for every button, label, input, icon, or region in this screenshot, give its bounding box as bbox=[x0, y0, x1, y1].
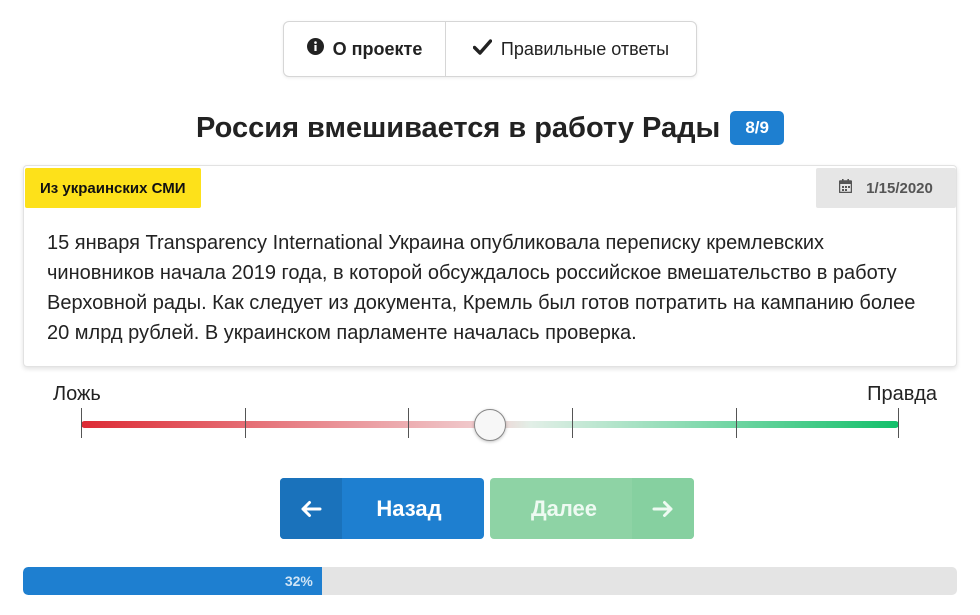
scale-tick bbox=[245, 408, 246, 438]
date-tag: 1/15/2020 bbox=[816, 168, 956, 208]
source-tag: Из украинских СМИ bbox=[25, 168, 201, 208]
scale-tick bbox=[408, 408, 409, 438]
arrow-left-icon bbox=[280, 478, 342, 539]
news-card: Из украинских СМИ 1/15/2020 15 января Tr… bbox=[23, 165, 957, 367]
next-button-label: Далее bbox=[530, 495, 598, 521]
tab-answers-label: Правильные ответы bbox=[500, 38, 670, 59]
progress-bar: 32% bbox=[23, 567, 957, 595]
scale-label-true: Правда bbox=[867, 383, 937, 405]
back-button-label: Назад bbox=[376, 495, 442, 521]
info-circle-icon bbox=[306, 38, 333, 60]
question-counter-badge: 8/9 bbox=[730, 111, 784, 145]
tab-about-label: О проекте bbox=[332, 38, 423, 59]
back-button[interactable]: Назад bbox=[280, 478, 484, 539]
scale-tick bbox=[81, 408, 82, 438]
scale-tick bbox=[572, 408, 573, 438]
date-text: 1/15/2020 bbox=[866, 179, 933, 197]
scale-tick bbox=[736, 408, 737, 438]
next-button[interactable]: Далее bbox=[490, 478, 694, 539]
progress-fill: 32% bbox=[23, 567, 322, 595]
tab-correct-answers[interactable]: Правильные ответы bbox=[446, 22, 696, 76]
top-tab-group: О проекте Правильные ответы bbox=[283, 21, 697, 77]
tab-about[interactable]: О проекте bbox=[284, 22, 446, 76]
scale-label-false: Ложь bbox=[53, 383, 101, 405]
progress-label: 32% bbox=[284, 573, 313, 589]
question-title: Россия вмешивается в работу Рады bbox=[196, 111, 721, 144]
news-text: 15 января Transparency International Укр… bbox=[47, 232, 916, 344]
question-heading: Россия вмешивается в работу Рады 8/9 bbox=[0, 106, 980, 150]
check-icon bbox=[472, 38, 501, 60]
scale-tick bbox=[898, 408, 899, 438]
calendar-icon bbox=[838, 179, 866, 197]
scale-slider-handle[interactable] bbox=[474, 409, 506, 441]
arrow-right-icon bbox=[632, 478, 694, 539]
